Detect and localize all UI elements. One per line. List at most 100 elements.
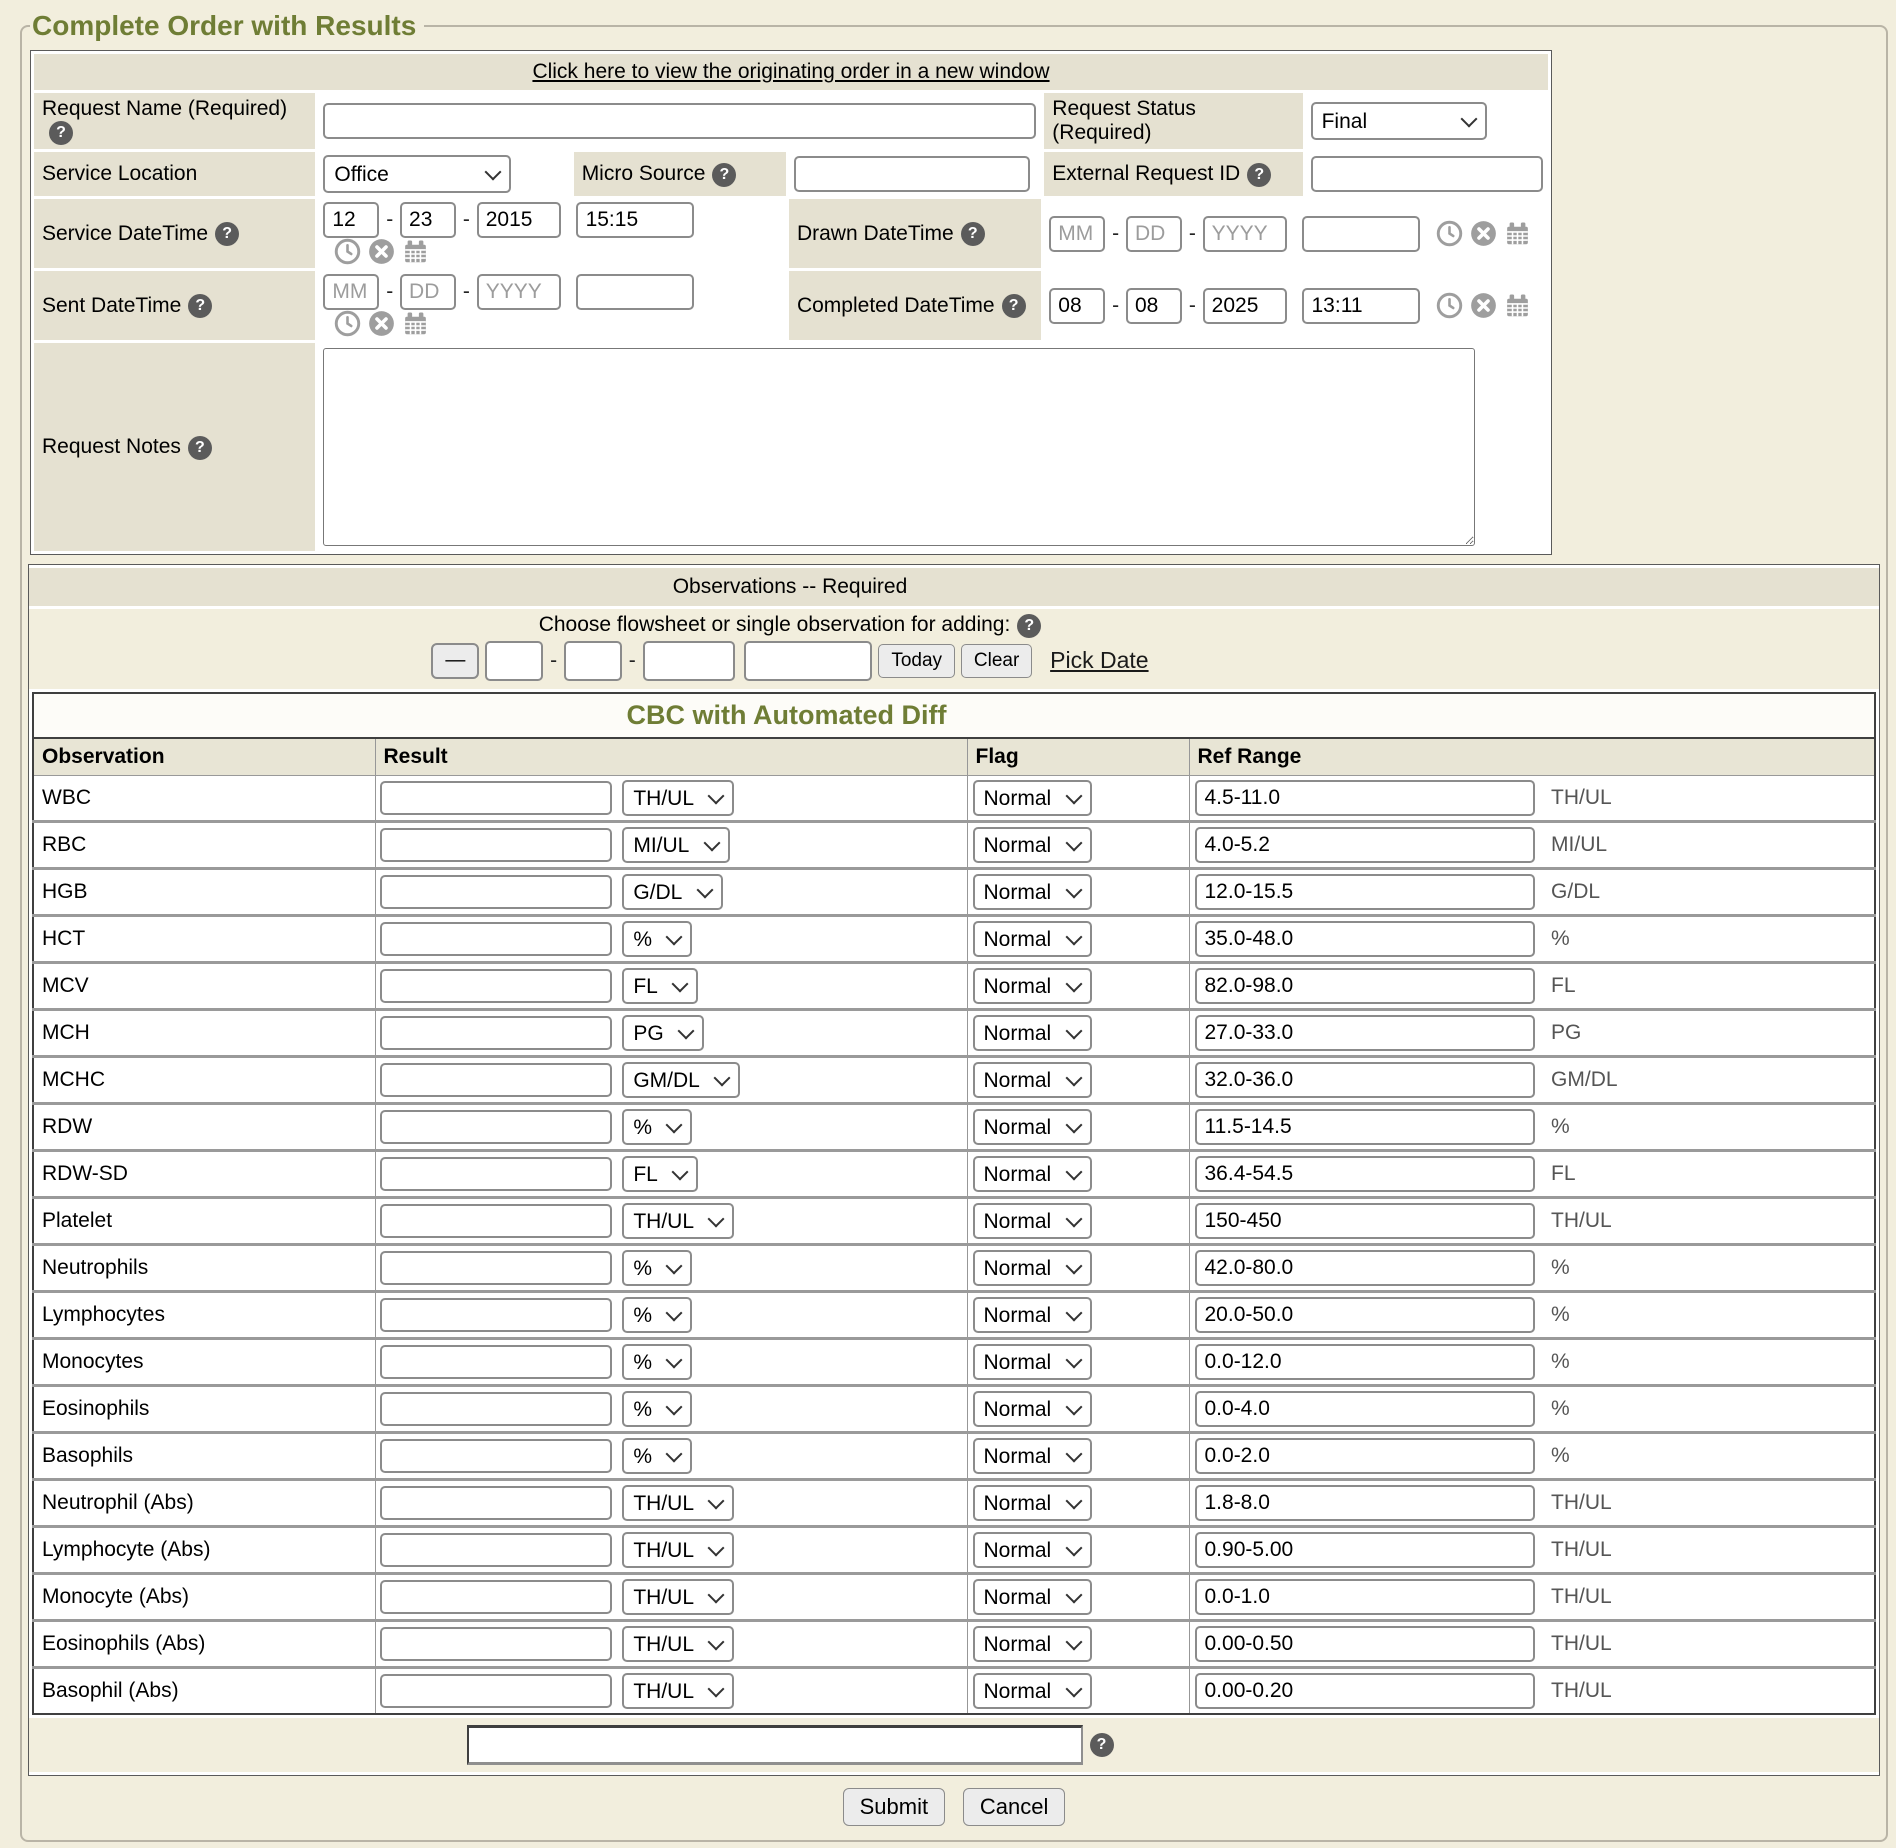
picker-year-input[interactable] — [643, 641, 735, 681]
day-input[interactable] — [400, 274, 456, 310]
clock-icon[interactable] — [1436, 220, 1463, 247]
ref-range-input[interactable] — [1195, 1438, 1535, 1474]
flag-select[interactable]: Normal — [973, 1062, 1092, 1098]
result-unit-select[interactable]: TH/UL — [622, 1626, 734, 1662]
help-icon[interactable]: ? — [215, 222, 239, 246]
calendar-icon[interactable] — [402, 310, 429, 337]
flag-select[interactable]: Normal — [973, 921, 1092, 957]
result-input[interactable] — [380, 1486, 612, 1520]
ref-range-input[interactable] — [1195, 1673, 1535, 1709]
clear-datetime-icon[interactable] — [1470, 292, 1497, 319]
result-input[interactable] — [380, 1016, 612, 1050]
help-icon[interactable]: ? — [1002, 294, 1026, 318]
time-input[interactable] — [576, 274, 694, 310]
result-unit-select[interactable]: TH/UL — [622, 1485, 734, 1521]
ref-range-input[interactable] — [1195, 1344, 1535, 1380]
help-icon[interactable]: ? — [188, 294, 212, 318]
result-unit-select[interactable]: % — [622, 1344, 692, 1380]
flag-select[interactable]: Normal — [973, 1438, 1092, 1474]
service-location-select[interactable]: Office — [323, 155, 511, 193]
result-unit-select[interactable]: % — [622, 1250, 692, 1286]
ref-range-input[interactable] — [1195, 968, 1535, 1004]
time-input[interactable] — [576, 202, 694, 238]
result-input[interactable] — [380, 1110, 612, 1144]
flag-select[interactable]: Normal — [973, 1532, 1092, 1568]
day-input[interactable] — [1126, 216, 1182, 252]
ref-range-input[interactable] — [1195, 1532, 1535, 1568]
flag-select[interactable]: Normal — [973, 1344, 1092, 1380]
ref-range-input[interactable] — [1195, 921, 1535, 957]
request-name-input[interactable] — [323, 103, 1036, 139]
flag-select[interactable]: Normal — [973, 1579, 1092, 1615]
result-unit-select[interactable]: FL — [622, 968, 698, 1004]
result-input[interactable] — [380, 1674, 612, 1708]
result-input[interactable] — [380, 1439, 612, 1473]
result-unit-select[interactable]: % — [622, 1109, 692, 1145]
result-unit-select[interactable]: PG — [622, 1015, 704, 1051]
result-unit-select[interactable]: TH/UL — [622, 1203, 734, 1239]
clear-datetime-icon[interactable] — [368, 238, 395, 265]
micro-source-input[interactable] — [794, 156, 1030, 192]
ref-range-input[interactable] — [1195, 874, 1535, 910]
result-input[interactable] — [380, 1251, 612, 1285]
picker-time-input[interactable] — [744, 641, 872, 681]
result-unit-select[interactable]: FL — [622, 1156, 698, 1192]
result-input[interactable] — [380, 875, 612, 909]
flag-select[interactable]: Normal — [973, 1203, 1092, 1239]
calendar-icon[interactable] — [402, 238, 429, 265]
help-icon[interactable]: ? — [1090, 1733, 1114, 1757]
picker-day-input[interactable] — [564, 641, 622, 681]
flag-select[interactable]: Normal — [973, 968, 1092, 1004]
clock-icon[interactable] — [1436, 292, 1463, 319]
result-input[interactable] — [380, 781, 612, 815]
ref-range-input[interactable] — [1195, 1579, 1535, 1615]
ref-range-input[interactable] — [1195, 1015, 1535, 1051]
result-input[interactable] — [380, 1533, 612, 1567]
clock-icon[interactable] — [334, 310, 361, 337]
ref-range-input[interactable] — [1195, 1203, 1535, 1239]
flag-select[interactable]: Normal — [973, 1485, 1092, 1521]
ref-range-input[interactable] — [1195, 1250, 1535, 1286]
today-button[interactable]: Today — [878, 644, 955, 678]
result-input[interactable] — [380, 922, 612, 956]
cancel-button[interactable]: Cancel — [963, 1788, 1065, 1826]
calendar-icon[interactable] — [1504, 292, 1531, 319]
time-input[interactable] — [1302, 288, 1420, 324]
view-originating-order-link[interactable]: Click here to view the originating order… — [532, 60, 1049, 83]
month-input[interactable] — [323, 202, 379, 238]
year-input[interactable] — [1203, 216, 1287, 252]
help-icon[interactable]: ? — [49, 121, 73, 145]
request-notes-textarea[interactable] — [323, 348, 1475, 546]
result-unit-select[interactable]: TH/UL — [622, 1579, 734, 1615]
ref-range-input[interactable] — [1195, 1391, 1535, 1427]
flag-select[interactable]: Normal — [973, 1015, 1092, 1051]
result-input[interactable] — [380, 1627, 612, 1661]
clear-datetime-icon[interactable] — [368, 310, 395, 337]
flag-select[interactable]: Normal — [973, 1626, 1092, 1662]
result-input[interactable] — [380, 969, 612, 1003]
flag-select[interactable]: Normal — [973, 1250, 1092, 1286]
ref-range-input[interactable] — [1195, 1062, 1535, 1098]
ref-range-input[interactable] — [1195, 1109, 1535, 1145]
result-input[interactable] — [380, 1298, 612, 1332]
flag-select[interactable]: Normal — [973, 827, 1092, 863]
result-input[interactable] — [380, 1580, 612, 1614]
calendar-icon[interactable] — [1504, 220, 1531, 247]
flag-select[interactable]: Normal — [973, 874, 1092, 910]
help-icon[interactable]: ? — [1247, 163, 1271, 187]
help-icon[interactable]: ? — [961, 222, 985, 246]
result-input[interactable] — [380, 1204, 612, 1238]
external-request-id-input[interactable] — [1311, 156, 1543, 192]
flag-select[interactable]: Normal — [973, 1297, 1092, 1333]
result-unit-select[interactable]: GM/DL — [622, 1062, 740, 1098]
time-input[interactable] — [1302, 216, 1420, 252]
result-unit-select[interactable]: % — [622, 1297, 692, 1333]
result-input[interactable] — [380, 1157, 612, 1191]
result-unit-select[interactable]: TH/UL — [622, 780, 734, 816]
ref-range-input[interactable] — [1195, 827, 1535, 863]
result-unit-select[interactable]: % — [622, 921, 692, 957]
pick-date-link[interactable]: Pick Date — [1050, 647, 1148, 673]
help-icon[interactable]: ? — [712, 163, 736, 187]
result-input[interactable] — [380, 1392, 612, 1426]
ref-range-input[interactable] — [1195, 1156, 1535, 1192]
